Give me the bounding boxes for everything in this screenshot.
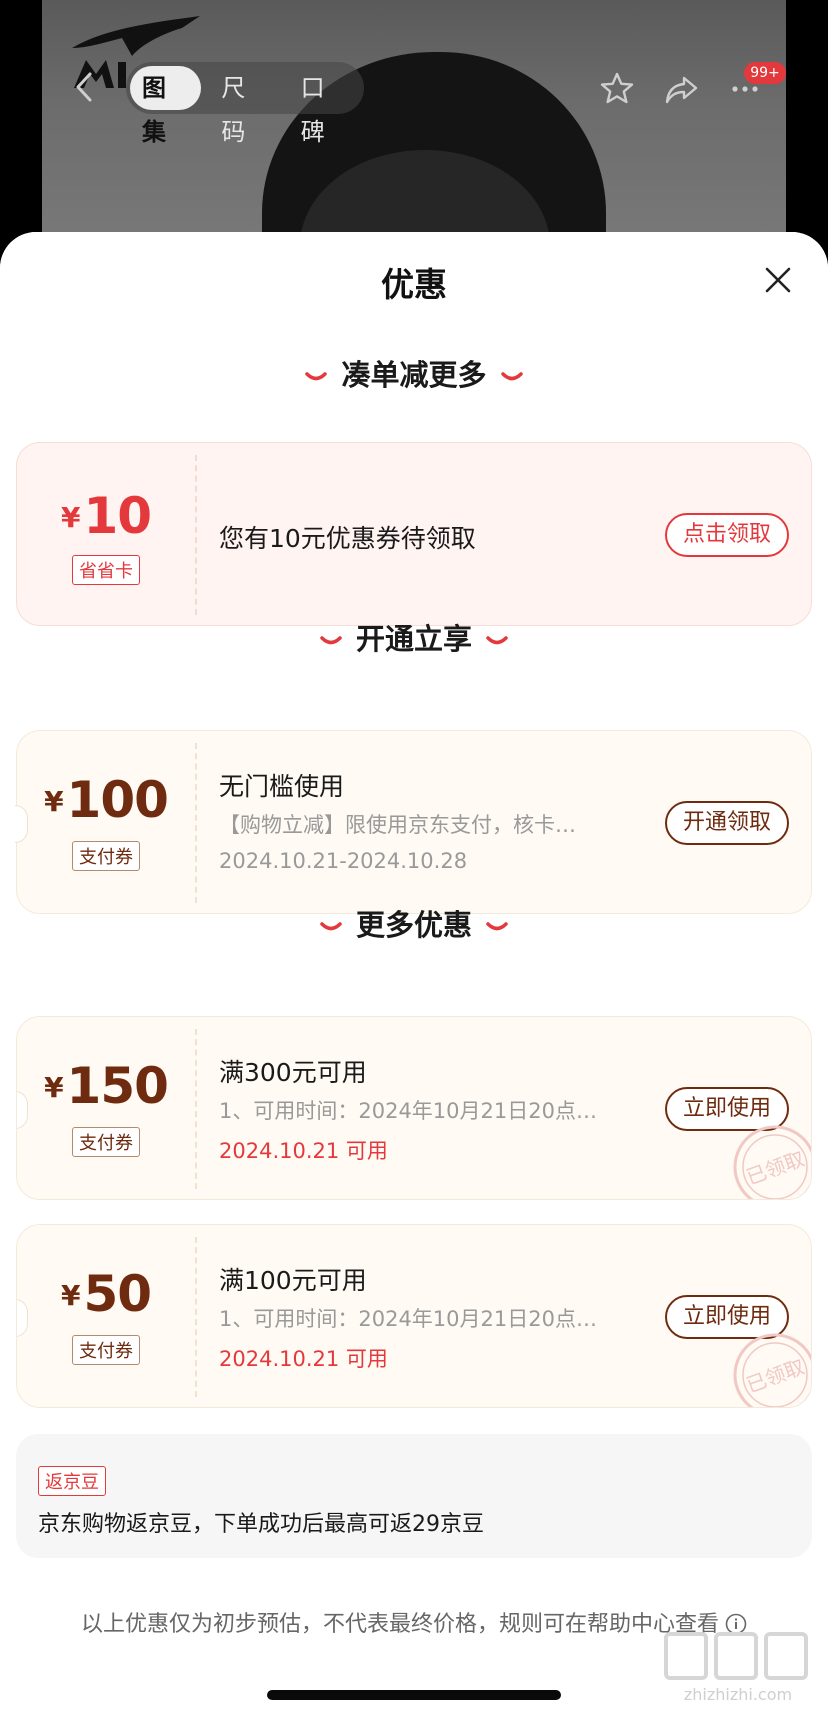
swoosh-right-icon xyxy=(486,922,508,931)
claimed-stamp: 已领取 xyxy=(733,1333,811,1407)
gallery-tabs: 图集 尺码 口碑 xyxy=(126,62,364,146)
activate-claim-button[interactable]: 开通领取 xyxy=(665,801,789,845)
section-heading: 凑单减更多 xyxy=(0,352,828,394)
coupon-amount: ¥10 xyxy=(17,487,195,545)
swoosh-left-icon xyxy=(305,372,328,381)
swoosh-left-icon xyxy=(320,922,342,931)
discount-sheet: 优惠 凑单减更多 ¥10 省省卡 您有10元优惠券待领取 点击领取 开通立享 ¥… xyxy=(0,232,828,1718)
coupon-title: 无门槛使用 xyxy=(219,772,345,801)
coupon-card[interactable]: ¥150 支付券 满300元可用 1、可用时间：2024年10月21日20点… … xyxy=(16,1016,812,1200)
coupon-description: 【购物立减】限使用京东支付，核卡… xyxy=(219,813,576,837)
coupon-value: 100 xyxy=(66,771,169,829)
claim-button[interactable]: 点击领取 xyxy=(665,513,789,557)
currency-symbol: ¥ xyxy=(44,785,64,818)
coupon-amount: ¥50 xyxy=(17,1265,195,1323)
share-icon[interactable] xyxy=(662,70,700,108)
coupon-validity: 2024.10.21-2024.10.28 xyxy=(219,849,468,873)
coupon-validity: 2024.10.21 可用 xyxy=(219,1139,388,1163)
coupon-divider xyxy=(195,1029,197,1189)
disclaimer-text: 以上优惠仅为初步预估，不代表最终价格，规则可在帮助中心查看 xyxy=(80,1612,719,1637)
coupon-divider xyxy=(195,743,197,903)
beans-tag: 返京豆 xyxy=(38,1466,106,1496)
svg-text:zhizhizhi.com: zhizhizhi.com xyxy=(684,1685,792,1704)
coupon-tag: 支付券 xyxy=(72,1127,140,1157)
watermark-logo: zhizhizhi.com xyxy=(664,1632,808,1704)
coupon-card[interactable]: ¥10 省省卡 您有10元优惠券待领取 点击领取 xyxy=(16,442,812,626)
section-heading-text: 凑单减更多 xyxy=(341,358,487,392)
section-heading-text: 更多优惠 xyxy=(355,908,472,942)
coupon-validity: 2024.10.21 可用 xyxy=(219,1347,388,1371)
svg-text:已领取: 已领取 xyxy=(743,1146,808,1189)
coupon-description: 1、可用时间：2024年10月21日20点… xyxy=(219,1099,597,1123)
swoosh-right-icon xyxy=(500,372,523,381)
coupon-title: 满100元可用 xyxy=(219,1266,367,1295)
coupon-divider xyxy=(195,1237,197,1397)
section-heading: 开通立享 xyxy=(0,616,828,658)
currency-symbol: ¥ xyxy=(60,501,81,534)
home-indicator[interactable] xyxy=(267,1690,561,1700)
beans-text: 京东购物返京豆，下单成功后最高可返29京豆 xyxy=(38,1512,484,1537)
tab-gallery[interactable]: 图集 xyxy=(130,66,202,146)
coupon-value: 50 xyxy=(83,1265,152,1323)
claimed-stamp: 已领取 xyxy=(733,1125,811,1199)
section-heading: 更多优惠 xyxy=(0,902,828,944)
notification-badge: 99+ xyxy=(744,62,786,84)
swoosh-left-icon xyxy=(320,636,342,645)
tab-size[interactable]: 尺码 xyxy=(209,66,280,146)
coupon-tag: 支付券 xyxy=(72,841,140,871)
close-icon[interactable] xyxy=(762,264,794,296)
svg-text:已领取: 已领取 xyxy=(743,1354,808,1397)
star-icon[interactable] xyxy=(598,70,636,108)
sheet-title: 优惠 xyxy=(381,265,447,304)
coupon-tag: 支付券 xyxy=(72,1335,140,1365)
currency-symbol: ¥ xyxy=(60,1279,81,1312)
coupon-value: 10 xyxy=(83,487,152,545)
jd-beans-rebate: 返京豆 京东购物返京豆，下单成功后最高可返29京豆 xyxy=(16,1434,812,1558)
swoosh-right-icon xyxy=(486,636,508,645)
product-gallery[interactable]: 图集 尺码 口碑 99+ xyxy=(0,0,828,282)
coupon-amount: ¥100 xyxy=(17,771,195,829)
coupon-card[interactable]: ¥50 支付券 满100元可用 1、可用时间：2024年10月21日20点… 2… xyxy=(16,1224,812,1408)
coupon-description: 1、可用时间：2024年10月21日20点… xyxy=(219,1307,597,1331)
coupon-tag: 省省卡 xyxy=(72,555,140,585)
coupon-title: 满300元可用 xyxy=(219,1058,367,1087)
coupon-title: 您有10元优惠券待领取 xyxy=(219,524,476,553)
currency-symbol: ¥ xyxy=(44,1071,64,1104)
coupon-amount: ¥150 xyxy=(17,1057,195,1115)
tab-reviews[interactable]: 口碑 xyxy=(289,66,360,146)
coupon-divider xyxy=(195,455,197,615)
coupon-value: 150 xyxy=(66,1057,169,1115)
coupon-card[interactable]: ¥100 支付券 无门槛使用 【购物立减】限使用京东支付，核卡… 2024.10… xyxy=(15,730,812,914)
back-icon[interactable] xyxy=(70,70,98,104)
section-heading-text: 开通立享 xyxy=(355,622,472,656)
